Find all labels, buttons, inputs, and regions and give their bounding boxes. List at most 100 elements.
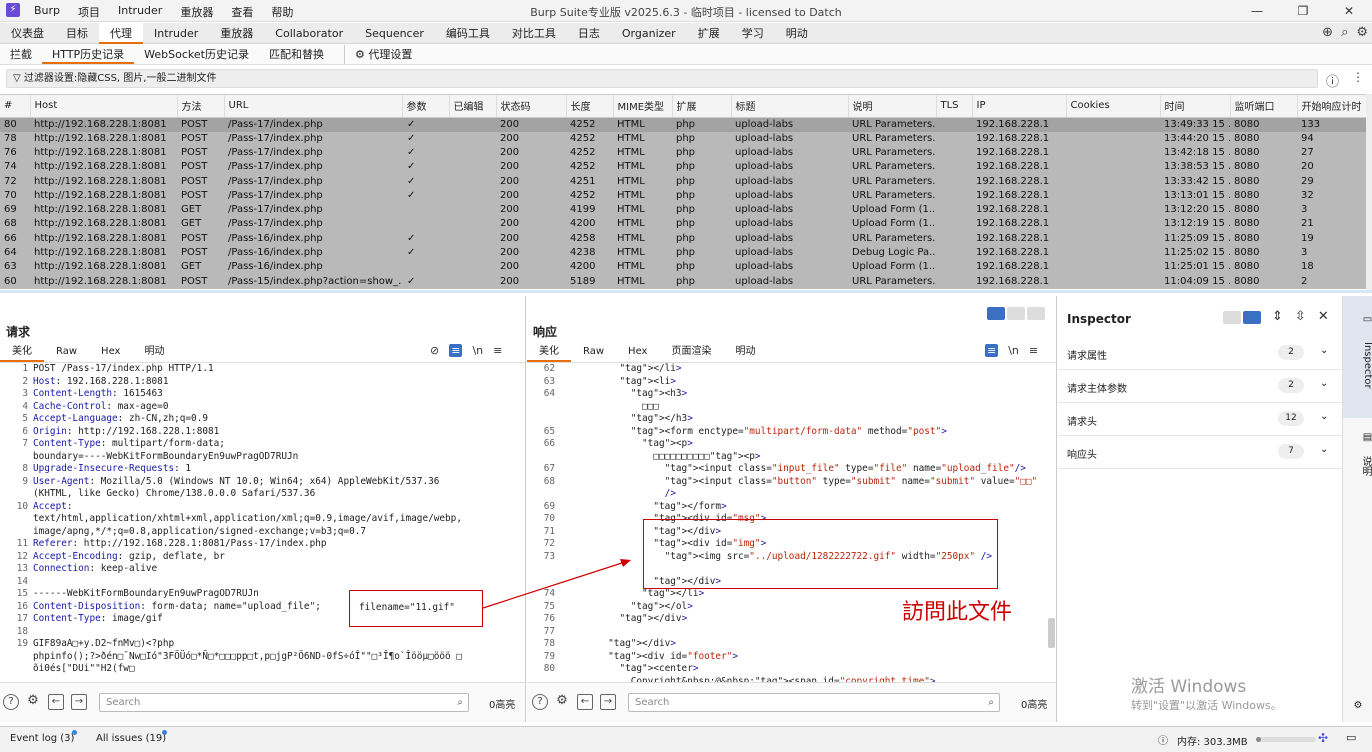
main-tab[interactable]: 重放器	[209, 23, 264, 44]
globe-icon[interactable]: ⊕	[1322, 25, 1333, 40]
column-header[interactable]: 已编辑	[449, 95, 497, 118]
table-row[interactable]: 64 http://192.168.228.1:8081 POST/Pass-16/…	[0, 245, 1366, 261]
close-icon[interactable]: ✕	[1326, 0, 1372, 22]
column-header[interactable]: 监听端口	[1230, 95, 1298, 118]
column-header[interactable]: Host	[30, 95, 178, 118]
expand-all-icon[interactable]: ⇕	[1272, 309, 1283, 324]
column-header[interactable]: 说明	[848, 95, 937, 118]
column-header[interactable]: 状态码	[496, 95, 567, 118]
help-icon[interactable]: ?	[532, 694, 548, 710]
sub-tab[interactable]: WebSocket历史记录	[134, 45, 259, 64]
column-header[interactable]: 时间	[1160, 95, 1231, 118]
maximize-icon[interactable]: ❐	[1280, 0, 1326, 22]
table-row[interactable]: 76 http://192.168.228.1:8081 POST/Pass-17/…	[0, 145, 1366, 161]
back-arrow-icon[interactable]: ←	[48, 694, 64, 710]
help-icon[interactable]: ?	[3, 694, 19, 710]
editor-tab[interactable]: Raw	[44, 344, 89, 362]
inspector-row-body-params[interactable]: 请求主体参数 2 ⌄	[1058, 370, 1342, 403]
main-tab[interactable]: Organizer	[611, 23, 687, 44]
search-input[interactable]: Search ⌕	[99, 693, 469, 712]
editor-tab[interactable]: 明动	[132, 344, 176, 362]
editor-tab[interactable]: Hex	[616, 344, 659, 362]
main-tab[interactable]: 目标	[55, 23, 99, 44]
column-header[interactable]: URL	[224, 95, 403, 118]
layout-icon[interactable]: ▭	[1346, 731, 1356, 744]
main-tab[interactable]: 日志	[567, 23, 611, 44]
main-tab[interactable]: 仪表盘	[0, 23, 55, 44]
inspector-row-request-headers[interactable]: 请求头 12 ⌄	[1058, 403, 1342, 436]
column-header[interactable]: TLS	[936, 95, 973, 118]
format-icon[interactable]: ≡	[985, 344, 999, 357]
table-row[interactable]: 63 http://192.168.228.1:8081 GET/Pass-16/i…	[0, 260, 1366, 275]
main-tab[interactable]: 扩展	[687, 23, 731, 44]
hide-icon[interactable]: ⊘	[430, 344, 439, 357]
table-row[interactable]: 60 http://192.168.228.1:8081 POST/Pass-15/…	[0, 274, 1366, 289]
main-tab[interactable]: Collaborator	[264, 23, 354, 44]
main-tab[interactable]: Sequencer	[354, 23, 435, 44]
editor-tab[interactable]: Raw	[571, 344, 616, 362]
launcher-icon[interactable]: ✣	[1318, 731, 1328, 745]
split-view-icon[interactable]	[987, 307, 1005, 320]
search-input[interactable]: Search ⌕	[628, 693, 1000, 712]
help-icon[interactable]: ⓘ	[1326, 71, 1339, 90]
single-view-icon[interactable]	[1027, 307, 1045, 320]
menu-icon[interactable]: ≡	[1029, 344, 1038, 357]
table-row[interactable]: 74 http://192.168.228.1:8081 POST/Pass-17/…	[0, 160, 1366, 175]
inspector-row-response-headers[interactable]: 响应头 7 ⌄	[1058, 436, 1342, 469]
gear-icon[interactable]: ⚙	[25, 694, 41, 710]
gear-icon[interactable]: ⚙	[1356, 25, 1368, 40]
sidebar-item-notes[interactable]: 说明	[1343, 456, 1372, 476]
column-header[interactable]: 参数	[402, 95, 450, 118]
editor-tab[interactable]: 明动	[723, 344, 767, 362]
minimize-icon[interactable]: —	[1234, 0, 1280, 22]
column-header[interactable]: 扩展	[672, 95, 732, 118]
pane-divider[interactable]	[0, 290, 1372, 293]
request-editor[interactable]: 1 2 3 4 5 6 7 8 9 10 11 12 13 14 15 16 17 18 19 POST /Pass…	[0, 362, 525, 682]
newline-icon[interactable]: \n	[472, 344, 483, 357]
column-header[interactable]: 开始响应计时	[1297, 95, 1366, 118]
sub-tab[interactable]: ⚙ 代理设置	[343, 45, 422, 64]
editor-tab[interactable]: Hex	[89, 344, 132, 362]
search-icon[interactable]: ⌕	[1341, 25, 1348, 40]
back-arrow-icon[interactable]: ←	[577, 694, 593, 710]
table-row[interactable]: 68 http://192.168.228.1:8081 GET/Pass-17/i…	[0, 217, 1366, 232]
sub-tab[interactable]: HTTP历史记录	[42, 45, 135, 64]
collapse-all-icon[interactable]: ⇳	[1295, 309, 1306, 324]
format-icon[interactable]: ≡	[449, 344, 463, 357]
main-tab[interactable]: 学习	[731, 23, 775, 44]
main-tab[interactable]: Intruder	[143, 23, 209, 44]
editor-scrollbar[interactable]	[1048, 618, 1055, 648]
editor-tab[interactable]: 美化	[0, 344, 44, 362]
table-row[interactable]: 66 http://192.168.228.1:8081 POST/Pass-16/…	[0, 231, 1366, 246]
editor-tab[interactable]: 页面渲染	[659, 344, 723, 362]
event-log-link[interactable]: Event log (3)	[10, 733, 74, 744]
column-header[interactable]: 方法	[177, 95, 225, 118]
table-row[interactable]: 72 http://192.168.228.1:8081 POST/Pass-17/…	[0, 174, 1366, 189]
more-menu-icon[interactable]: ⋮	[1352, 70, 1364, 84]
column-header[interactable]: #	[0, 95, 31, 118]
table-row[interactable]: 69 http://192.168.228.1:8081 GET/Pass-17/i…	[0, 202, 1366, 218]
column-header[interactable]: IP	[972, 95, 1067, 118]
filter-bar[interactable]: ▽ 过滤器设置:隐藏CSS, 图片,一般二进制文件	[6, 69, 1318, 88]
sub-tab[interactable]: 匹配和替换	[259, 45, 334, 64]
panel-view-icon[interactable]	[1243, 311, 1261, 324]
main-tab[interactable]: 明动	[775, 23, 819, 44]
column-header[interactable]: 长度	[566, 95, 614, 118]
table-row[interactable]: 70 http://192.168.228.1:8081 POST/Pass-17/…	[0, 188, 1366, 203]
gear-icon[interactable]: ⚙	[1343, 700, 1372, 711]
sub-tab[interactable]: 拦截	[0, 45, 42, 64]
sidebar-item-inspector[interactable]: Inspector	[1343, 342, 1372, 389]
forward-arrow-icon[interactable]: →	[600, 694, 616, 710]
forward-arrow-icon[interactable]: →	[71, 694, 87, 710]
editor-tab[interactable]: 美化	[527, 344, 571, 362]
inspector-layout-toggle[interactable]	[1223, 311, 1261, 324]
main-tab[interactable]: 代理	[99, 23, 143, 44]
table-scrollbar[interactable]	[1366, 94, 1372, 290]
table-row[interactable]: 78 http://192.168.228.1:8081 POST/Pass-17/…	[0, 131, 1366, 146]
newline-icon[interactable]: \n	[1008, 344, 1019, 357]
menu-icon[interactable]: ≡	[493, 344, 502, 357]
main-tab[interactable]: 编码工具	[435, 23, 501, 44]
close-icon[interactable]: ✕	[1318, 309, 1329, 324]
horizontal-view-icon[interactable]	[1007, 307, 1025, 320]
column-header[interactable]: Cookies	[1066, 95, 1161, 118]
